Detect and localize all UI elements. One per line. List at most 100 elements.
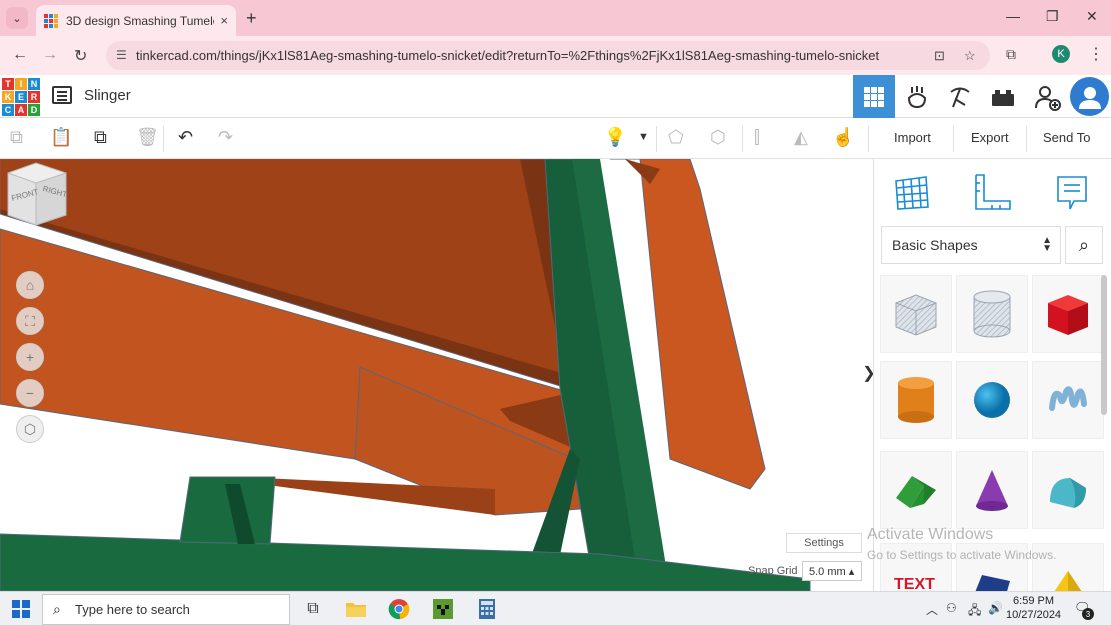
panel-scrollbar[interactable] xyxy=(1101,275,1107,415)
text-shape-icon: TEXT xyxy=(894,576,935,591)
window-close-icon[interactable]: ✕ xyxy=(1086,8,1098,25)
calculator-icon[interactable] xyxy=(474,596,500,622)
notes-icon[interactable] xyxy=(1050,171,1094,215)
codeblocks-button[interactable] xyxy=(896,75,938,118)
logo-letter: T xyxy=(2,78,14,90)
perspective-button[interactable]: ⬡ xyxy=(16,415,44,443)
home-view-button[interactable]: ⌂ xyxy=(16,271,44,299)
tray-overflow-icon[interactable]: ︿ xyxy=(926,601,938,618)
zoom-out-button[interactable]: − xyxy=(16,379,44,407)
mirror-icon[interactable]: ◭ xyxy=(794,127,808,148)
model-base-beam xyxy=(0,533,811,591)
clock-date: 10/27/2024 xyxy=(1006,609,1062,621)
volume-icon[interactable]: 🔊 xyxy=(988,601,1003,615)
tinkercad-logo[interactable]: T I N K E R C A D xyxy=(2,78,40,116)
minimize-icon[interactable]: — xyxy=(1006,8,1020,24)
cruise-icon[interactable]: ☝ xyxy=(832,127,854,148)
scribble-icon xyxy=(1049,386,1087,411)
copy-icon[interactable]: ⧉ xyxy=(10,127,23,148)
3d-view-button[interactable] xyxy=(853,75,895,118)
system-clock[interactable]: 6:59 PM 10/27/2024 xyxy=(1006,594,1061,622)
paste-icon[interactable]: 📋 xyxy=(50,127,72,148)
url-field[interactable]: ☰ tinkercad.com/things/jKx1lS81Aeg-smash… xyxy=(106,41,990,70)
user-avatar[interactable] xyxy=(1070,77,1109,116)
tab-close-icon[interactable]: × xyxy=(220,13,228,28)
duplicate-icon[interactable]: ⧉ xyxy=(94,127,107,148)
minus-icon: − xyxy=(25,385,35,401)
restore-icon[interactable]: ❐ xyxy=(1046,8,1059,25)
delete-icon[interactable]: 🗑 xyxy=(136,127,159,148)
workplane-canvas[interactable]: FRONT RIGHT ⌂ ⛶ + − ⬡ Settings Snap Grid… xyxy=(0,159,873,591)
back-icon[interactable]: ← xyxy=(12,46,28,64)
shape-search-button[interactable]: ⌕ xyxy=(1065,226,1103,264)
reload-icon[interactable]: ↻ xyxy=(74,46,87,66)
light-dropdown-icon[interactable]: ▼ xyxy=(638,131,649,143)
file-explorer-icon[interactable] xyxy=(343,596,369,622)
activate-windows-subtitle: Go to Settings to activate Windows. xyxy=(867,548,1057,562)
task-view-icon[interactable]: ⧉ xyxy=(300,596,326,622)
home-icon: ⌂ xyxy=(25,277,35,293)
user-icon xyxy=(1078,86,1101,109)
design-title[interactable]: Slinger xyxy=(84,87,131,104)
box-hole-icon xyxy=(895,294,937,336)
import-button[interactable]: Import xyxy=(894,130,931,145)
design-list-icon[interactable] xyxy=(52,86,72,104)
panel-collapse-icon[interactable]: ❯ xyxy=(862,353,873,393)
paw-icon xyxy=(907,85,927,108)
invite-button[interactable] xyxy=(1027,75,1069,118)
shape-box[interactable] xyxy=(1032,275,1104,353)
bricks-button[interactable] xyxy=(939,75,981,118)
undo-icon[interactable]: ↶ xyxy=(178,127,193,148)
redo-icon[interactable]: ↷ xyxy=(218,127,233,148)
cube-icon: ⬡ xyxy=(23,420,37,437)
box-icon xyxy=(1048,295,1088,335)
forward-icon[interactable]: → xyxy=(42,46,58,64)
toolbar-divider xyxy=(1026,126,1027,152)
site-info-icon[interactable]: ☰ xyxy=(116,48,127,62)
fit-view-button[interactable]: ⛶ xyxy=(16,307,44,335)
minecraft-icon[interactable] xyxy=(430,596,456,622)
shape-box-hole[interactable] xyxy=(880,275,952,353)
zoom-in-button[interactable]: + xyxy=(16,343,44,371)
install-app-icon[interactable]: ⊡ xyxy=(934,48,945,64)
new-tab-icon[interactable]: + xyxy=(246,8,257,29)
pyramid-icon xyxy=(1054,571,1082,591)
settings-button[interactable]: Settings xyxy=(786,533,862,553)
view-cube[interactable]: FRONT RIGHT xyxy=(0,159,70,229)
taskbar-search-placeholder: Type here to search xyxy=(75,602,190,617)
lego-bricks-button[interactable] xyxy=(982,75,1024,118)
group-icon[interactable]: ⬠ xyxy=(668,127,684,148)
chrome-icon[interactable] xyxy=(386,596,412,622)
shape-cone[interactable] xyxy=(956,451,1028,529)
export-button[interactable]: Export xyxy=(971,130,1009,145)
shape-scribble[interactable] xyxy=(1032,361,1104,439)
light-bulb-icon[interactable]: 💡 xyxy=(604,127,626,148)
bookmark-star-icon[interactable]: ☆ xyxy=(964,48,976,64)
browser-tab[interactable]: 3D design Smashing Tumelo-Sn × xyxy=(36,5,236,36)
shape-library-select[interactable]: Basic Shapes ▲ ▼ xyxy=(881,226,1061,264)
shape-cylinder-hole[interactable] xyxy=(956,275,1028,353)
align-icon[interactable]: ⫿ xyxy=(754,127,760,148)
shape-cylinder[interactable] xyxy=(880,361,952,439)
search-icon: ⌕ xyxy=(53,601,61,617)
taskbar-search-input[interactable]: ⌕ Type here to search xyxy=(42,594,290,625)
windows-start-icon[interactable] xyxy=(12,600,30,618)
toolbar-divider xyxy=(656,126,657,152)
tab-search-icon[interactable]: ⌄ xyxy=(6,7,28,29)
shape-roof[interactable] xyxy=(880,451,952,529)
ruler-icon[interactable] xyxy=(970,171,1014,215)
snap-grid-select[interactable]: 5.0 mm ▴ xyxy=(802,561,862,581)
ungroup-icon[interactable]: ⬡ xyxy=(710,127,726,148)
extensions-icon[interactable]: ⧉ xyxy=(1006,46,1016,63)
notification-count-badge: 3 xyxy=(1082,608,1094,620)
shape-round-roof[interactable] xyxy=(1032,451,1104,529)
meet-now-icon[interactable]: ⚇ xyxy=(946,601,957,615)
network-icon[interactable]: 🖧 xyxy=(968,601,981,622)
workplane-grid-icon[interactable] xyxy=(890,171,934,215)
send-to-button[interactable]: Send To xyxy=(1043,130,1090,145)
pickaxe-icon xyxy=(950,87,970,107)
browser-menu-icon[interactable]: ⋮ xyxy=(1088,44,1104,64)
cylinder-icon xyxy=(898,377,934,423)
shape-sphere[interactable] xyxy=(956,361,1028,439)
browser-profile-avatar[interactable]: K xyxy=(1052,45,1070,63)
